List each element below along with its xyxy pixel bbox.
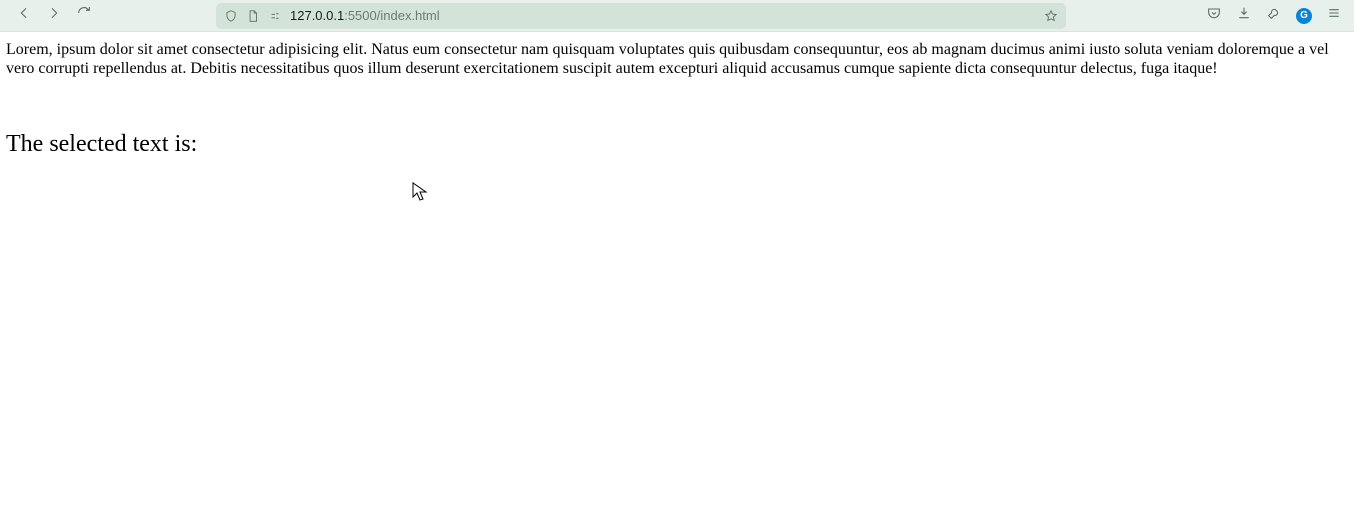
download-icon (1236, 5, 1252, 26)
page-icon (246, 9, 260, 23)
nav-button-group (10, 2, 98, 30)
back-icon (16, 5, 32, 26)
toolbar-right-group: G (1200, 2, 1348, 30)
app-menu-button[interactable] (1320, 2, 1348, 30)
reload-button[interactable] (70, 2, 98, 30)
browser-toolbar: 127.0.0.1:5500/index.html G (0, 0, 1354, 32)
back-button[interactable] (10, 2, 38, 30)
pocket-icon (1206, 5, 1222, 26)
wrench-icon (1266, 5, 1282, 26)
selected-text-heading: The selected text is: (6, 130, 1348, 159)
downloads-button[interactable] (1230, 2, 1258, 30)
devtools-button[interactable] (1260, 2, 1288, 30)
reload-icon (76, 5, 92, 26)
url-host: 127.0.0.1 (290, 8, 344, 23)
shield-icon (224, 9, 238, 23)
extension-button[interactable]: G (1290, 2, 1318, 30)
permissions-icon (268, 9, 282, 23)
url-text: 127.0.0.1:5500/index.html (290, 8, 440, 23)
bookmark-star-icon[interactable] (1044, 9, 1058, 23)
mouse-cursor-icon (412, 182, 428, 207)
page-content: Lorem, ipsum dolor sit amet consectetur … (0, 32, 1354, 167)
url-bar[interactable]: 127.0.0.1:5500/index.html (216, 3, 1066, 29)
forward-button[interactable] (40, 2, 68, 30)
menu-icon (1326, 5, 1342, 26)
lorem-paragraph: Lorem, ipsum dolor sit amet consectetur … (6, 40, 1348, 78)
pocket-button[interactable] (1200, 2, 1228, 30)
extension-badge-icon: G (1296, 8, 1312, 24)
url-port-path: :5500/index.html (344, 8, 439, 23)
forward-icon (46, 5, 62, 26)
